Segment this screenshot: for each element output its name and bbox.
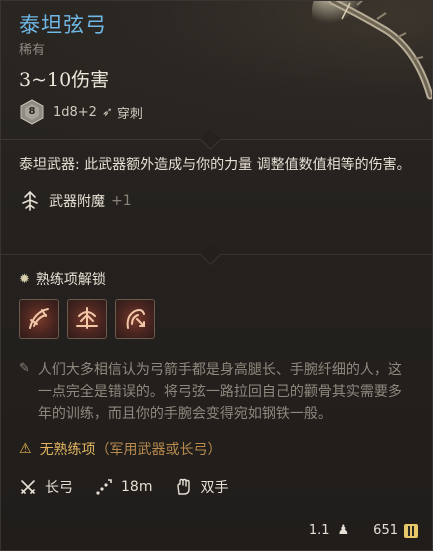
- damage-type: 穿刺: [116, 106, 143, 122]
- crossed-swords-icon: [21, 480, 35, 494]
- hand-icon: [177, 478, 191, 495]
- weapon-type-prop: 长弓: [19, 477, 73, 497]
- warning-main: 无熟练项: [39, 442, 96, 458]
- warning-detail: （军用武器或长弓）: [95, 442, 222, 458]
- piercing-icon: ➶: [101, 104, 113, 120]
- lore-text: 人们大多相信认为弓箭手都是身高腿长、手腕纤细的人，这一点完全是错误的。将弓弦一路…: [37, 362, 402, 422]
- item-weight: 1.1: [308, 523, 330, 538]
- unlock-gear-icon: ✹: [19, 271, 30, 287]
- range-prop: 18m: [95, 478, 152, 496]
- tooltip-header: 泰坦弦弓 稀有 3~10伤害 8 1d8+2 ➶ 穿刺: [1, 1, 432, 151]
- mobile-shot-icon[interactable]: [115, 299, 155, 339]
- enchant-label: 武器附魔: [49, 194, 105, 210]
- brace-icon[interactable]: [67, 299, 107, 339]
- item-tooltip: 泰坦弦弓 稀有 3~10伤害 8 1d8+2 ➶ 穿刺 泰坦武器: 此武器额外造…: [0, 0, 433, 551]
- lore-block: ✎ 人们大多相信认为弓箭手都是身高腿长、手腕纤细的人，这一点完全是错误的。将弓弦…: [19, 359, 414, 425]
- d8-dice-icon: 8: [19, 99, 45, 125]
- dice-label: 8: [28, 106, 36, 117]
- handedness: 双手: [200, 480, 229, 496]
- proficiency-action-icons: [19, 299, 414, 339]
- enchant-value: +1: [111, 193, 132, 209]
- description-section: 泰坦武器: 此武器额外造成与你的力量 调整值数值相等的伤害。 武器附魔 +1: [1, 140, 432, 266]
- handedness-prop: 双手: [174, 477, 228, 497]
- quill-icon: ✎: [19, 361, 30, 376]
- tooltip-footer: 1.1 ♟ 651: [309, 523, 418, 538]
- bow-art: [312, 1, 432, 100]
- weapon-range: 18m: [121, 479, 153, 495]
- item-value: 651: [373, 523, 398, 538]
- weapon-type: 长弓: [45, 480, 73, 496]
- enchant-sword-icon: [22, 190, 38, 211]
- item-name: 泰坦弦弓: [19, 13, 107, 37]
- damage-range: 3~10伤害: [19, 69, 110, 91]
- item-rarity: 稀有: [19, 43, 46, 58]
- gold-coin-icon: [404, 523, 418, 538]
- range-dots-icon: [96, 479, 112, 495]
- weapon-properties: 长弓 18m 双手: [19, 477, 414, 497]
- weight-icon: ♟: [337, 523, 350, 538]
- dice-formula: 1d8+2: [53, 104, 97, 120]
- details-section: ✹ 熟练项解锁 ✎ 人们大多相信认为弓箭手都是身高腿长、手腕纤细的人，这一点完全…: [1, 255, 432, 497]
- weapon-description: 泰坦武器: 此武器额外造成与你的力量 调整值数值相等的伤害。: [19, 157, 411, 173]
- proficiency-title: 熟练项解锁: [35, 272, 106, 288]
- piercing-shot-icon[interactable]: [19, 299, 59, 339]
- proficiency-header: ✹ 熟练项解锁: [19, 269, 414, 289]
- proficiency-warning: ⚠ 无熟练项 （军用武器或长弓）: [19, 439, 414, 459]
- warning-icon: ⚠: [19, 441, 32, 457]
- damage-dice-row: 8 1d8+2 ➶ 穿刺: [19, 99, 143, 125]
- enchant-row: 武器附魔 +1: [19, 190, 414, 212]
